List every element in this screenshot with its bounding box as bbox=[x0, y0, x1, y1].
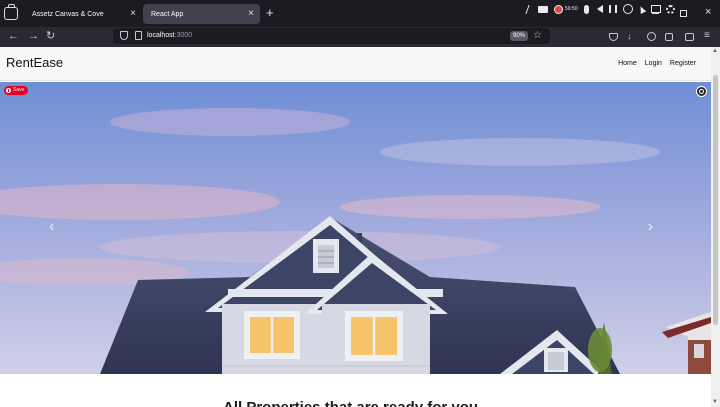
visual-search-icon[interactable] bbox=[696, 86, 707, 97]
site-header: RentEase Home Login Register bbox=[0, 47, 711, 81]
speaker-icon[interactable] bbox=[596, 5, 603, 13]
hero-house-image bbox=[0, 82, 711, 374]
scroll-down-icon[interactable]: ▼ bbox=[712, 399, 718, 406]
browser-tab-strip: Assetz Canvas & Cove × React App × + 59:… bbox=[0, 0, 720, 27]
nav-link-home[interactable]: Home bbox=[618, 59, 637, 69]
timer-icon[interactable] bbox=[622, 4, 633, 14]
url-text[interactable]: localhost:3000 bbox=[147, 31, 192, 41]
tab-title: React App bbox=[151, 10, 184, 18]
reload-icon[interactable]: ↻ bbox=[46, 29, 55, 43]
menu-icon[interactable]: ≡ bbox=[704, 30, 710, 42]
restore-icon[interactable] bbox=[680, 10, 687, 17]
pen-icon[interactable] bbox=[525, 4, 535, 14]
tab-title: Assetz Canvas & Cove bbox=[32, 10, 104, 18]
pocket-icon[interactable] bbox=[609, 33, 618, 41]
browser-tab-react-app[interactable]: React App × bbox=[143, 4, 260, 24]
shield-icon[interactable] bbox=[120, 31, 128, 40]
microphone-icon[interactable] bbox=[583, 4, 589, 14]
account-icon[interactable] bbox=[647, 32, 656, 41]
section-headline: All Properties that are ready for you bbox=[223, 399, 478, 407]
scroll-up-icon[interactable]: ▲ bbox=[712, 48, 718, 55]
tab-close-icon[interactable]: × bbox=[130, 8, 136, 20]
scroll-thumb[interactable] bbox=[713, 75, 718, 325]
brand-logo[interactable]: RentEase bbox=[6, 55, 63, 71]
cursor-icon[interactable] bbox=[637, 4, 646, 14]
browser-tab-assetz[interactable]: Assetz Canvas & Cove × bbox=[24, 4, 142, 24]
close-window-icon[interactable]: × bbox=[705, 6, 711, 18]
window-icon[interactable] bbox=[650, 5, 661, 13]
page-info-icon[interactable] bbox=[135, 31, 142, 40]
save-label: Save bbox=[13, 87, 25, 93]
carousel-next-arrow[interactable]: › bbox=[648, 218, 653, 236]
download-icon[interactable]: ↓ bbox=[627, 30, 632, 42]
tab-close-icon[interactable]: × bbox=[248, 8, 254, 20]
extensions-icon[interactable] bbox=[665, 33, 673, 41]
camera-icon[interactable] bbox=[538, 5, 548, 13]
nav-link-register[interactable]: Register bbox=[670, 59, 696, 69]
record-icon[interactable] bbox=[554, 4, 563, 14]
new-tab-button[interactable]: + bbox=[266, 6, 274, 20]
zoom-level-badge[interactable]: 90% bbox=[510, 31, 528, 41]
recording-timer: 59:50 bbox=[565, 6, 578, 12]
bookmark-star-icon[interactable]: ☆ bbox=[533, 29, 542, 42]
forward-arrow-icon[interactable]: → bbox=[28, 29, 39, 43]
page-scrollbar[interactable]: ▲ ▼ bbox=[711, 47, 720, 407]
address-bar[interactable]: localhost:3000 90% ☆ bbox=[113, 28, 550, 44]
hero-carousel[interactable]: Save ‹ › bbox=[0, 82, 711, 374]
gear-icon[interactable] bbox=[665, 4, 675, 14]
web-page: RentEase Home Login Register Save ‹ › bbox=[0, 47, 711, 407]
site-nav: Home Login Register bbox=[618, 59, 696, 69]
browser-toolbar: ← → ↻ localhost:3000 90% ☆ ↓ ≡ bbox=[0, 27, 720, 47]
minimize-icon[interactable] bbox=[652, 13, 659, 14]
pinterest-save-button[interactable]: Save bbox=[4, 86, 29, 95]
url-port: :3000 bbox=[174, 32, 193, 39]
url-host: localhost bbox=[147, 32, 175, 39]
pinterest-icon bbox=[6, 88, 11, 93]
sync-icon[interactable] bbox=[685, 33, 694, 41]
nav-link-login[interactable]: Login bbox=[645, 59, 662, 69]
pause-icon[interactable] bbox=[608, 5, 617, 13]
tab-overview-icon[interactable] bbox=[4, 4, 18, 20]
carousel-prev-arrow[interactable]: ‹ bbox=[49, 218, 54, 236]
back-arrow-icon[interactable]: ← bbox=[8, 29, 19, 43]
